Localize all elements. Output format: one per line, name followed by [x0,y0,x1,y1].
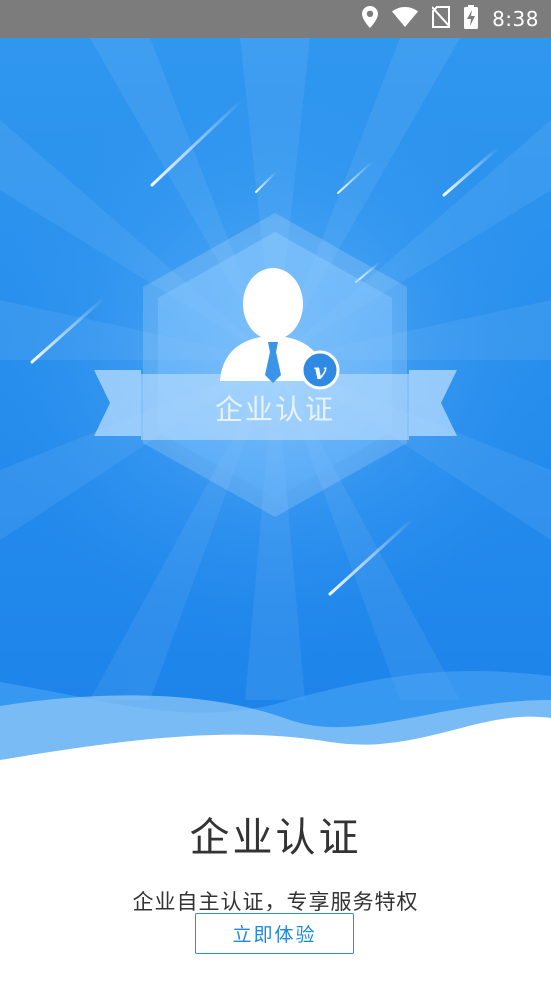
location-icon [362,6,379,32]
svg-text:v: v [314,359,327,385]
wifi-icon [392,7,419,31]
battery-charging-icon [464,5,479,33]
badge-label: 企业认证 [214,393,335,426]
try-now-button[interactable]: 立即体验 [195,913,354,954]
status-time: 8:38 [492,7,539,31]
page-title: 企业认证 [189,815,362,861]
no-sim-icon [431,6,451,32]
page-subtitle: 企业自主认证，专享服务特权 [132,890,419,914]
status-icons: 8:38 [362,0,539,38]
status-bar: 8:38 [0,0,551,38]
verified-v-icon: v [300,350,340,390]
